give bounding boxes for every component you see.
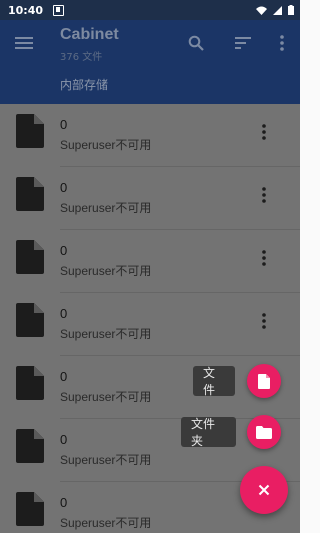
file-name: 0 [60, 369, 68, 384]
new-folder-button[interactable] [247, 415, 281, 449]
hamburger-menu-icon [15, 37, 33, 49]
close-icon [258, 484, 270, 496]
file-icon [16, 114, 44, 148]
status-icons [256, 5, 294, 15]
file-description: Superuser不可用 [60, 327, 152, 341]
more-vert-icon [262, 187, 266, 203]
search-icon [188, 35, 204, 51]
file-icon [16, 366, 44, 400]
file-name: 0 [60, 495, 68, 510]
overflow-menu-button[interactable] [270, 31, 294, 55]
list-item[interactable]: 0 Superuser不可用 [0, 230, 300, 293]
item-menu-button[interactable] [256, 185, 272, 205]
list-item[interactable]: 0 Superuser不可用 [0, 104, 300, 167]
file-description: Superuser不可用 [60, 201, 152, 215]
wifi-icon [256, 6, 267, 15]
new-folder-label[interactable]: 文件夹 [181, 417, 236, 448]
file-count: 376 文件 [60, 52, 103, 63]
folder-icon [256, 425, 272, 439]
battery-icon [288, 5, 294, 15]
app-notification-icon [53, 4, 65, 16]
file-icon [16, 240, 44, 274]
more-vert-icon [280, 35, 284, 51]
more-vert-icon [262, 124, 266, 140]
file-icon [16, 177, 44, 211]
file-icon [258, 373, 270, 389]
sort-button[interactable] [231, 31, 255, 55]
file-name: 0 [60, 117, 68, 132]
file-icon [16, 429, 44, 463]
file-name: 0 [60, 243, 68, 258]
app-toolbar: Cabinet 376 文件 内部存储 [0, 20, 300, 104]
file-icon [16, 492, 44, 526]
file-description: Superuser不可用 [60, 264, 152, 278]
item-menu-button[interactable] [256, 122, 272, 142]
more-vert-icon [262, 313, 266, 329]
list-item[interactable]: 0 Superuser不可用 [0, 293, 300, 356]
new-file-button[interactable] [247, 364, 281, 398]
app-title: Cabinet [60, 26, 119, 43]
more-vert-icon [262, 250, 266, 266]
item-menu-button[interactable] [256, 248, 272, 268]
file-name: 0 [60, 306, 68, 321]
sort-icon [235, 37, 251, 49]
new-file-label[interactable]: 文件 [193, 366, 235, 397]
speed-dial-close-button[interactable] [240, 466, 288, 514]
file-icon [16, 303, 44, 337]
breadcrumb[interactable]: 内部存储 [60, 76, 108, 93]
item-menu-button[interactable] [256, 311, 272, 331]
menu-button[interactable] [12, 31, 36, 55]
file-description: Superuser不可用 [60, 453, 152, 467]
list-item[interactable]: 0 Superuser不可用 [0, 167, 300, 230]
file-description: Superuser不可用 [60, 138, 152, 152]
file-description: Superuser不可用 [60, 516, 152, 530]
signal-icon [273, 5, 282, 15]
status-bar: 10:40 [0, 0, 300, 20]
search-button[interactable] [184, 31, 208, 55]
file-name: 0 [60, 180, 68, 195]
status-time: 10:40 [8, 3, 44, 17]
file-description: Superuser不可用 [60, 390, 152, 404]
file-name: 0 [60, 432, 68, 447]
